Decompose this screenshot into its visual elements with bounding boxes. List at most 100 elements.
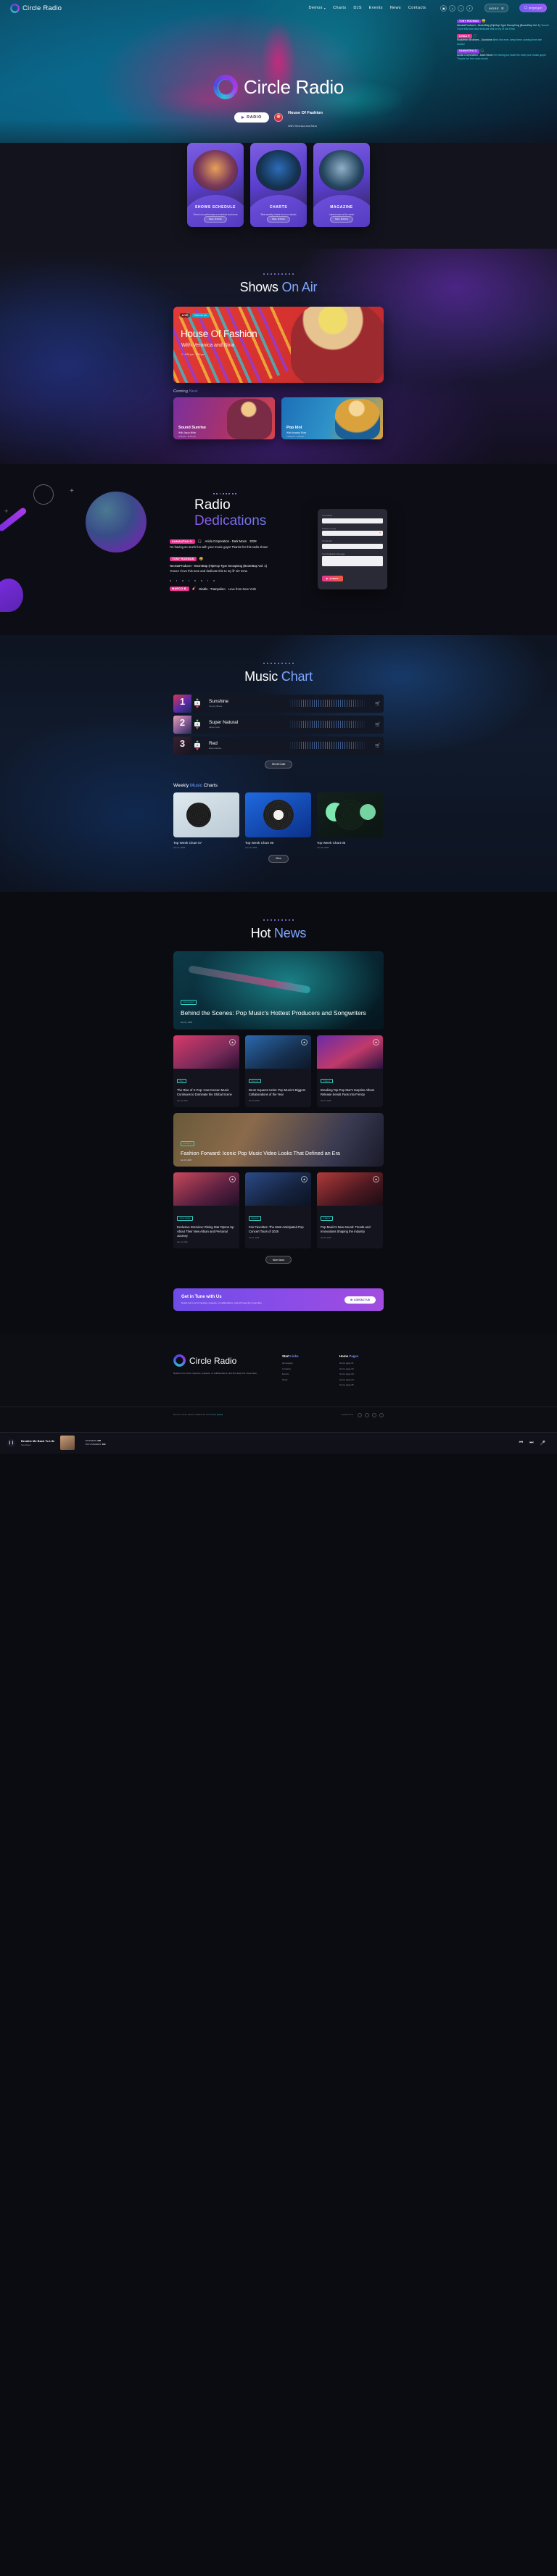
credit-link[interactable]: Pro Radio [213,1414,223,1416]
title-plain: Start [282,1354,291,1359]
prev-icon[interactable]: ⏮ [519,1441,523,1446]
waveform[interactable] [287,742,366,750]
news-card[interactable]: ★ Events Drum Squares Unite: Pop Music's… [245,1035,311,1107]
message-textarea[interactable] [322,556,383,566]
footer-contacts-label[interactable]: CONTACTS [342,1414,353,1416]
spotify-icon[interactable] [365,1412,369,1417]
news-card[interactable]: ★ Events Fan Favorites: The Most Anticip… [245,1172,311,1249]
bookmark-icon[interactable]: ★ [373,1038,379,1045]
weekly-chart-tile[interactable]: Top Week Chart 06 Jan 10, 2025 [245,792,311,849]
name-input[interactable] [322,518,383,523]
footer-link-home-05[interactable]: Home page 05 [339,1383,384,1386]
wide-news-card[interactable]: Fashion Fashion Forward: Iconic Pop Musi… [173,1112,384,1167]
email-field[interactable] [322,543,383,549]
more-button[interactable]: MORE ☰ [484,4,508,12]
table-row[interactable]: 3 2 Red Elisa Garden 🛒 [173,736,384,755]
nav-item-contacts[interactable]: Contacts [408,6,426,10]
footer-link-news[interactable]: News [282,1378,326,1381]
waveform[interactable] [287,700,366,708]
now-playing: House Of Fashion With Veronica and Nina [288,104,323,131]
featured-news-card[interactable]: Interviews Behind the Scenes: Pop Music'… [173,951,384,1030]
promo-card-charts[interactable]: CHARTS Best weekly charts from our studi… [250,143,307,227]
weekly-chart-tile[interactable]: Top Week Chart 07 Jan 17, 2025 [173,792,239,849]
bookmark-icon[interactable]: ★ [373,1175,379,1183]
top-listeners-value: 400 [102,1443,106,1446]
contact-us-button[interactable]: ✉ CONTACT US [344,1296,376,1304]
bookmark-icon[interactable]: ★ [229,1175,236,1183]
tiktok-icon[interactable] [372,1412,376,1417]
footer-logo-row[interactable]: Circle Radio [173,1354,269,1367]
dedications-inner: Radio Dedications SAMANTHA G. 🎧 Acida Co… [170,493,387,592]
weekly-chart-tile[interactable]: Top Week Chart 05 Jan 03, 2025 [317,792,383,849]
decorative-blob [0,579,23,612]
mic-icon[interactable]: 🎤 [540,1441,545,1446]
promo-card-button[interactable]: SEE MORE [203,215,228,223]
cart-icon[interactable]: 🛒 [372,743,384,748]
rank-change: 4 [191,719,203,729]
footer-bottom-row: BUILD YOUR RADIO WEBSITE WITH Pro Radio … [173,1412,384,1417]
popup-label: POPUP [529,6,542,10]
next-icon[interactable]: ⏭ [529,1441,533,1446]
news-card[interactable]: ★ Charts Breaking Top Pop Star's Surpris… [317,1035,383,1107]
nav-item-events[interactable]: Events [369,6,383,10]
instagram-icon[interactable] [358,1412,362,1417]
news-photo: ★ [245,1172,311,1206]
more-charts-button[interactable]: More [268,854,289,863]
on-air-card[interactable]: LIVE Now on air House Of Fashion With Ve… [173,307,384,383]
nav-item-demos[interactable]: Demos ▾ [309,6,326,10]
cart-icon[interactable]: 🛒 [372,701,384,706]
footer-link-home-04[interactable]: Home page 04 [339,1378,384,1381]
nav-item-news[interactable]: News [390,6,401,10]
pause-button[interactable]: ❙❙ [7,1438,15,1447]
footer-link-contacts[interactable]: Contacts [282,1367,326,1370]
credit-text: BUILD YOUR RADIO WEBSITE WITH [173,1414,213,1417]
popup-button[interactable]: ☐ POPUP [519,4,547,12]
table-row[interactable]: 2 4 Super Natural Jamie Teck 🛒 [173,715,384,734]
tiktok-icon[interactable]: ♪ [458,4,465,12]
instagram-icon[interactable]: ▣ [440,4,447,12]
news-card[interactable]: ★ Pop The Rise of K-Pop: How Korean Musi… [173,1035,239,1107]
see-all-chart-button[interactable]: See All Chart [264,760,293,769]
bookmark-icon[interactable]: ★ [301,1175,308,1183]
bookmark-icon[interactable]: ★ [301,1038,308,1045]
live-badge: LIVE [180,313,191,318]
song-select[interactable] [322,531,383,536]
heading-accent: Chart [281,668,313,684]
brand-name: Circle Radio [22,4,62,12]
circle-logo-icon-large [213,75,238,99]
footer-link-events[interactable]: Events [282,1372,326,1375]
waveform[interactable] [287,721,366,729]
promo-card-magazine[interactable]: MAGAZINE Latest news of the week SEE MOR… [313,143,370,227]
news-card[interactable]: ★ Charts Pop Music's New Sound: Trends a… [317,1172,383,1249]
next-show-card[interactable]: Sound Sunrise With Jason Miller 9:30 pm … [173,397,275,439]
news-card[interactable]: ★ Interviews Exclusive Interview: Rising… [173,1172,239,1249]
featured-news-title: Behind the Scenes: Pop Music's Hottest P… [181,1009,366,1017]
next-show-card[interactable]: Pop Idol With Amanda Rose 11:00 pm - 1:0… [281,397,383,439]
more-news-button[interactable]: More News [265,1256,292,1264]
footer-link-homepage[interactable]: Homepage [282,1362,326,1364]
news-body: Interviews Exclusive Interview: Rising S… [173,1206,239,1248]
footer-link-home-03[interactable]: Home page 03 [339,1372,384,1375]
nav-item-charts[interactable]: Charts [333,6,346,10]
promo-card-button[interactable]: SEE MORE [329,215,354,223]
spotify-icon[interactable]: ♫ [449,4,456,12]
footer-link-home-02[interactable]: Home page 02 [339,1367,384,1370]
cart-icon[interactable]: 🛒 [372,722,384,727]
footer-column-start-links: Start Links Homepage Contacts Events New… [282,1354,326,1389]
featured-news-date: Jan 21, 2025 [181,1020,193,1024]
bookmark-icon[interactable]: ★ [229,1038,236,1045]
facebook-icon[interactable] [379,1412,384,1417]
table-row[interactable]: 1 4 Sunshine Tommy Bruce 🛒 [173,694,384,713]
submit-button[interactable]: ▶ SUBMIT [322,576,343,581]
nav-item-djs[interactable]: DJS [353,6,361,10]
promo-card-shows-schedule[interactable]: SHOWS SCHEDULE Check our performance sch… [187,143,244,227]
facebook-icon[interactable]: f [466,4,474,12]
footer-link-home-01[interactable]: Home page 01 [339,1362,384,1364]
promo-card-button[interactable]: SEE MORE [266,215,291,223]
cta-title: Get in Tune with Us [181,1295,222,1300]
footer-bottom: BUILD YOUR RADIO WEBSITE WITH Pro Radio … [0,1406,557,1417]
radio-play-button[interactable]: RADIO [234,112,269,123]
carousel-dots[interactable] [170,580,293,581]
news-photo: ★ [317,1035,383,1069]
brand-logo[interactable]: Circle Radio [10,3,62,13]
